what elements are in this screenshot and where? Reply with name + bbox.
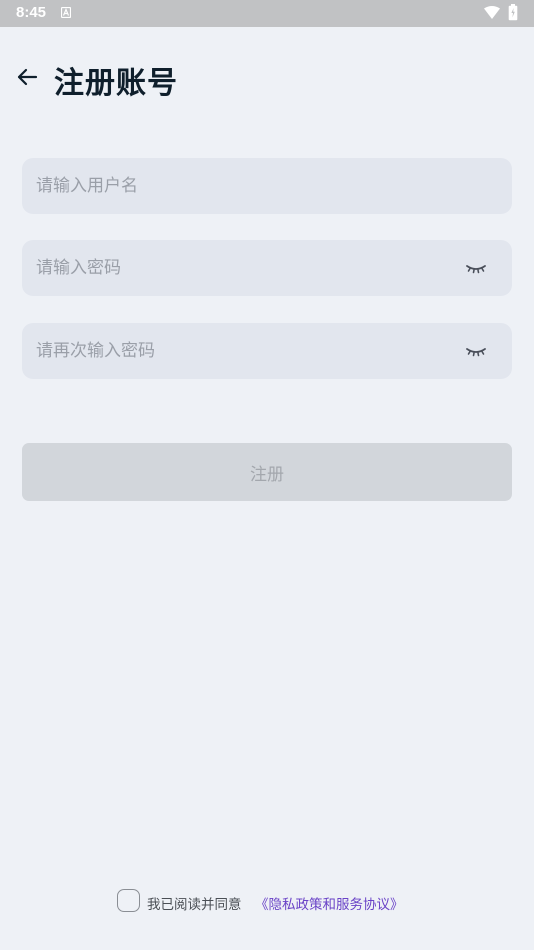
- status-time: 8:45: [16, 4, 47, 21]
- app-header: 注册账号: [0, 48, 534, 108]
- password-input[interactable]: [36, 240, 456, 296]
- wifi-icon: [484, 6, 500, 19]
- battery-icon: [508, 4, 518, 21]
- notification-a-icon: [61, 7, 71, 18]
- privacy-policy-link[interactable]: 《隐私政策和服务协议》: [255, 893, 404, 913]
- eye-closed-icon[interactable]: [464, 258, 488, 278]
- eye-closed-icon[interactable]: [464, 341, 488, 361]
- agreement-row: 我已阅读并同意 《隐私政策和服务协议》: [117, 889, 417, 915]
- agree-checkbox[interactable]: [117, 889, 140, 912]
- confirm-password-field: [22, 323, 512, 379]
- back-arrow-icon[interactable]: [10, 60, 44, 94]
- confirm-password-input[interactable]: [36, 323, 456, 379]
- agreement-text: 我已阅读并同意: [147, 897, 242, 913]
- username-input[interactable]: [36, 158, 456, 214]
- status-bar: 8:45: [0, 0, 534, 27]
- username-field: [22, 158, 512, 214]
- register-button[interactable]: 注册: [22, 443, 512, 501]
- page-title: 注册账号: [54, 66, 178, 101]
- password-field: [22, 240, 512, 296]
